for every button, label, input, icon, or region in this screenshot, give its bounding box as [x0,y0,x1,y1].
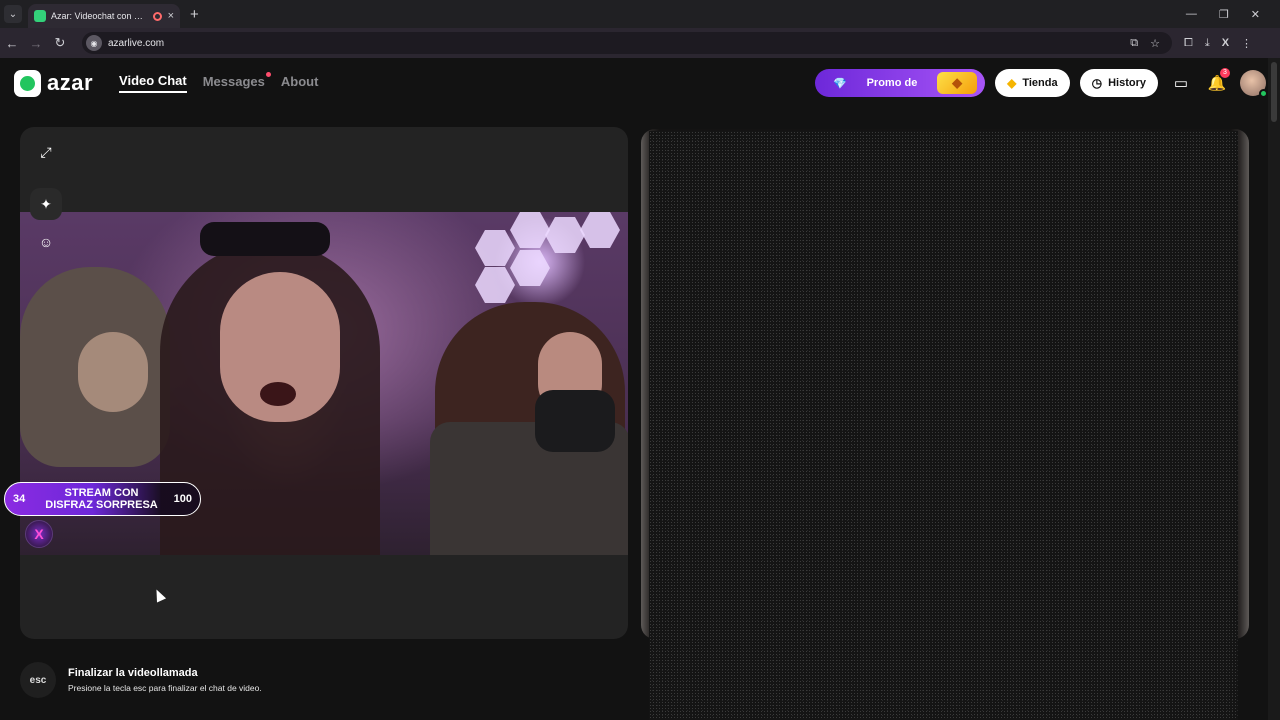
tab-title: Azar: Videochat con gente [51,11,147,21]
sunglasses [200,222,330,256]
inbox-icon[interactable]: ▭ [1168,70,1194,96]
history-button[interactable]: ◷ History [1079,69,1158,97]
person-center-mouth [260,382,296,406]
cast-icon[interactable]: ⧉ [1130,37,1138,50]
tab-close-icon[interactable]: × [168,10,174,22]
hex-light [475,230,515,266]
page-scrollbar[interactable] [1268,58,1280,720]
profile-icon[interactable]: X [1222,37,1229,49]
site-info-icon[interactable]: ◉ [86,35,102,51]
streamer-logo-icon: X [25,520,53,548]
promo-button[interactable]: 💎 Promo de ◆ [815,69,986,97]
gold-gems-icon: ◆ [937,72,978,94]
history-label: History [1108,77,1146,89]
clock-icon: ◷ [1091,76,1103,90]
notification-badge: 3 [1220,68,1230,78]
diamond-icon: 💎 [833,77,847,90]
bookmark-star-icon[interactable]: ☆ [1150,37,1160,50]
banner-left-value: 34 [13,493,26,505]
gem-icon: ◆ [1007,76,1017,90]
maximize-button[interactable]: ❐ [1219,8,1229,21]
minimize-button[interactable]: — [1186,8,1197,21]
hex-light [510,250,550,286]
new-tab-button[interactable]: + [190,6,199,23]
header-actions: 💎 Promo de ◆ ◆ Tienda ◷ History ▭ 🔔 3 [815,68,1280,98]
notification-bell-icon[interactable]: 🔔 3 [1204,68,1230,96]
tab-search-icon[interactable]: ⌄ [4,5,22,23]
browser-menu-icon[interactable]: ⋮ [1241,37,1252,50]
window-controls: — ❐ ✕ [1186,8,1280,21]
hex-light [475,267,515,303]
hex-light [580,212,620,248]
reload-icon[interactable]: ↻ [48,35,72,51]
user-avatar[interactable] [1240,70,1268,98]
logo-text: azar [47,70,94,95]
azar-logo[interactable]: azar [14,69,94,97]
nav-about[interactable]: About [281,74,319,92]
monkey-face [78,332,148,412]
download-icon[interactable]: ⤓ [1205,37,1210,50]
expand-icon[interactable]: ⤢ [30,136,62,168]
recording-icon [152,11,162,21]
url-text: azarlive.com [108,37,165,49]
extensions-icon[interactable]: ⧠ [1184,37,1193,50]
stream-banner: 34 STREAM CON DISFRAZ SORPRESA 100 [4,482,201,516]
browser-tab-bar: ⌄ Azar: Videochat con gente × + — ❐ ✕ [0,0,1280,28]
end-call-subtitle: Presione la tecla esc para finalizar el … [68,683,262,693]
forward-icon[interactable]: → [24,36,48,51]
hex-light [510,212,550,248]
store-label: Tienda [1022,77,1058,89]
scrollbar-thumb[interactable] [1271,62,1277,122]
remote-video-feed [649,131,1238,720]
back-icon[interactable]: ← [0,36,24,51]
azar-favicon-icon [34,10,46,22]
online-indicator [1259,89,1268,98]
banner-text: STREAM CON DISFRAZ SORPRESA [45,487,158,511]
browser-tab[interactable]: Azar: Videochat con gente × [28,4,180,28]
end-call-title: Finalizar la videollamada [68,667,198,679]
nav-messages-label: Messages [202,74,265,89]
store-button[interactable]: ◆ Tienda [995,69,1070,97]
nav-messages[interactable]: Messages [202,72,271,92]
magic-wand-icon[interactable]: ✦ [30,188,62,220]
app-header: azar Video Chat Messages About 💎 Promo d… [0,58,1280,108]
video-tools: ⤢ ✦ ☺ [30,136,62,264]
browser-toolbar: ← → ↻ ◉ azarlive.com ⧉ ☆ ⧠ ⤓ X ⋮ [0,28,1280,58]
banner-right-value: 100 [173,493,192,505]
esc-key-button[interactable]: esc [20,662,56,698]
close-window-button[interactable]: ✕ [1251,8,1260,21]
hex-light [545,217,585,253]
azar-logo-icon [14,69,41,97]
nav-video-chat[interactable]: Video Chat [119,73,187,93]
sticker-icon[interactable]: ☺ [30,226,62,258]
microphone [535,390,615,452]
promo-label: Promo de [866,77,918,89]
address-bar[interactable]: ◉ azarlive.com ⧉ ☆ [82,32,1172,54]
unread-dot [265,72,271,77]
main-nav: Video Chat Messages About [119,72,319,93]
